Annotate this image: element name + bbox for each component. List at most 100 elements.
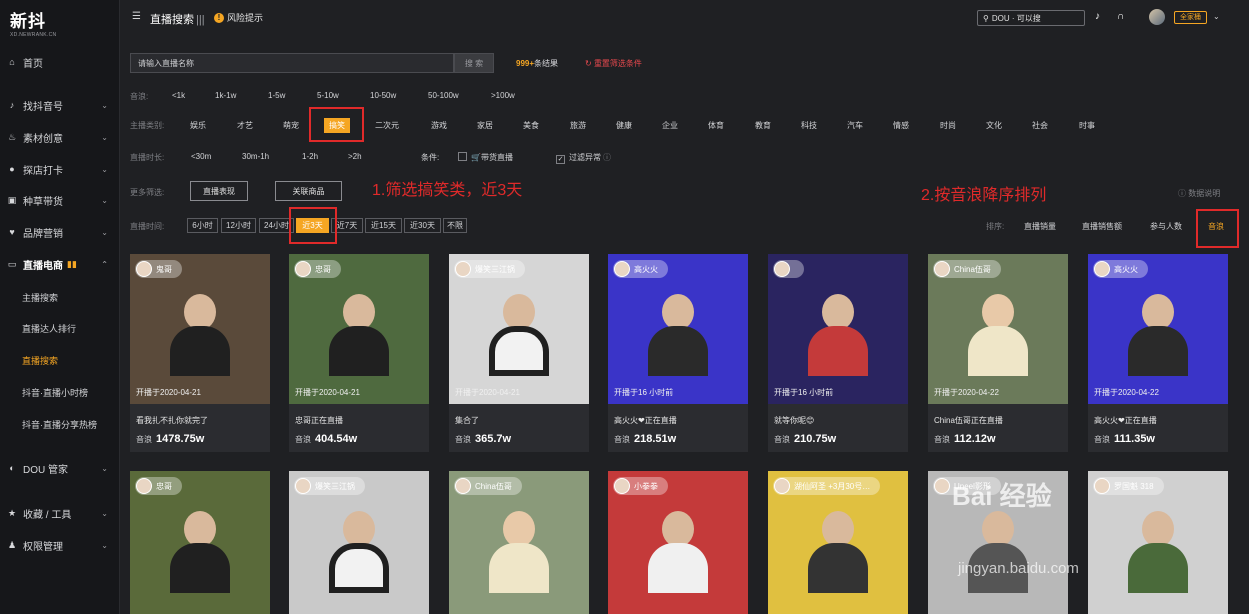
category-option[interactable]: 社会 [1032,120,1048,131]
sidebar-item-brand-marketing[interactable]: ♥ 品牌营销 ⌄ [0,222,120,242]
category-option[interactable]: 教育 [755,120,771,131]
host-chip[interactable]: 湖仙阿圣 +3月30号… [773,477,881,495]
time-option[interactable]: 近15天 [365,218,402,233]
related-goods-button[interactable]: 关联商品 [275,181,342,201]
filter-abnormal-checkbox[interactable]: ✓ 过滤异常 ⓘ [556,152,611,164]
chevron-down-icon[interactable]: ⌄ [1213,12,1220,21]
data-help-link[interactable]: ⓘ 数据说明 [1178,188,1220,199]
category-option[interactable]: 游戏 [431,120,447,131]
category-option[interactable]: 美食 [523,120,539,131]
host-chip[interactable]: 爆笑三江锅 [454,260,525,278]
category-option[interactable]: 时尚 [940,120,956,131]
avatar[interactable] [1149,9,1165,25]
live-card[interactable]: 忠哥 [130,471,270,614]
sidebar-item-dou-manager[interactable]: ◐ DOU 管家 ⌄ [0,458,120,478]
yinlang-option[interactable]: 1-5w [268,91,285,100]
live-card[interactable]: 开播于16 小时前 就等你呢😊 音浪 210.75w [768,254,908,452]
yinlang-option[interactable]: 5-10w [317,91,339,100]
host-chip[interactable]: 忠哥 [135,477,182,495]
annotation-step1: 1.筛选搞笑类，近3天 [372,182,523,199]
duration-option[interactable]: >2h [348,152,362,161]
yinlang-option[interactable]: 50-100w [428,91,459,100]
live-card[interactable]: 湖仙阿圣 +3月30号… [768,471,908,614]
sidebar-item-material[interactable]: ♨ 素材创意 ⌄ [0,127,120,147]
headset-icon[interactable]: ∩ [1117,11,1124,22]
yinlang-option[interactable]: 1k-1w [215,91,236,100]
live-card[interactable]: 爆笑三江锅 [289,471,429,614]
menu-icon[interactable]: ☰ [132,11,141,22]
main-content: 请输入直播名称 搜 索 999+条结果 ↻ 重置筛选条件 音浪: <1k 1k-… [120,34,1249,614]
sort-option-sales[interactable]: 直播销量 [1024,221,1056,232]
category-option[interactable]: 萌宠 [283,120,299,131]
yinlang-option[interactable]: <1k [172,91,185,100]
sidebar-subitem-hourly-rank[interactable]: 抖音·直播小时榜 [22,386,88,399]
time-option[interactable]: 近30天 [404,218,441,233]
sidebar-item-permissions[interactable]: ♟ 权限管理 ⌄ [0,535,120,555]
time-option[interactable]: 12小时 [221,218,256,233]
host-chip[interactable]: 爆笑三江锅 [294,477,365,495]
family-badge[interactable]: 全家桶 [1174,11,1207,24]
sidebar-item-favorites-tools[interactable]: ★ 收藏 / 工具 ⌄ [0,503,120,523]
fire-icon: ♨ [7,131,17,142]
host-chip[interactable]: China伍哥 [933,260,1001,278]
sort-option-revenue[interactable]: 直播销售额 [1082,221,1122,232]
time-option[interactable]: 6小时 [187,218,218,233]
host-chip[interactable]: 鬼哥 [135,260,182,278]
live-card[interactable]: 小拳拳 [608,471,748,614]
live-card[interactable]: 高火火 开播于2020-04-22 高火火❤正在直播 音浪 111.35w [1088,254,1228,452]
live-search-input[interactable]: 请输入直播名称 [130,53,454,73]
host-chip[interactable]: China伍哥 [454,477,522,495]
yinlang-option[interactable]: 10-50w [370,91,396,100]
category-option[interactable]: 文化 [986,120,1002,131]
host-chip[interactable]: 忠哥 [294,260,341,278]
category-option[interactable]: 企业 [662,120,678,131]
category-option[interactable]: 情感 [893,120,909,131]
host-chip[interactable]: 高火火 [613,260,668,278]
category-option[interactable]: 旅游 [570,120,586,131]
category-option[interactable]: 体育 [708,120,724,131]
sidebar-item-product-seeding[interactable]: ▣ 种草带货 ⌄ [0,190,120,210]
live-performance-button[interactable]: 直播表现 [190,181,248,201]
sort-option-participants[interactable]: 参与人数 [1150,221,1182,232]
reset-filters-button[interactable]: ↻ 重置筛选条件 [585,58,642,69]
live-card[interactable]: 鬼哥 开播于2020-04-21 看我扎不扎你就完了 音浪 1478.75w [130,254,270,452]
sidebar-subitem-live-search[interactable]: 直播搜索 [22,354,58,367]
host-figure [648,511,708,593]
host-chip[interactable]: 小拳拳 [613,477,668,495]
tiktok-icon[interactable]: ♪ [1095,11,1100,22]
live-card[interactable]: China伍哥 开播于2020-04-22 China伍哥正在直播 音浪 112.… [928,254,1068,452]
category-option[interactable]: 才艺 [237,120,253,131]
sidebar-subitem-anchor-ranking[interactable]: 直播达人排行 [22,322,76,335]
live-card[interactable]: 高火火 开播于16 小时前 高火火❤正在直播 音浪 218.51w [608,254,748,452]
yinlang-option[interactable]: >100w [491,91,515,100]
duration-option[interactable]: 30m-1h [242,152,269,161]
host-chip[interactable]: 高火火 [1093,260,1148,278]
category-option[interactable]: 娱乐 [190,120,206,131]
host-chip[interactable] [773,260,804,278]
category-option[interactable]: 家居 [477,120,493,131]
duration-option[interactable]: <30m [191,152,211,161]
live-card[interactable]: China伍哥 [449,471,589,614]
risk-notice[interactable]: ! 风险提示 [214,11,263,24]
live-card[interactable]: 罗国魁 318 [1088,471,1228,614]
live-card[interactable]: 忠哥 开播于2020-04-21 忠哥正在直播 音浪 404.54w [289,254,429,452]
sidebar-subitem-anchor-search[interactable]: 主播搜索 [22,291,58,304]
category-option[interactable]: 时事 [1079,120,1095,131]
sidebar-item-store-visit[interactable]: ● 探店打卡 ⌄ [0,159,120,179]
duration-option[interactable]: 1-2h [302,152,318,161]
search-button[interactable]: 搜 索 [454,53,494,73]
category-option[interactable]: 健康 [616,120,632,131]
time-option[interactable]: 不限 [443,218,467,233]
sidebar-item-live-commerce[interactable]: ▭ 直播电商 ▮▮ ⌃ [0,254,120,274]
global-search-input[interactable]: ⚲ DOU · 可以搜 [977,10,1085,26]
sidebar-item-home[interactable]: ⌂ 首页 [0,52,120,72]
category-option[interactable]: 科技 [801,120,817,131]
goods-live-checkbox[interactable]: 🛒带货直播 [458,152,513,163]
category-option[interactable]: 二次元 [375,120,399,131]
host-chip[interactable]: 罗国魁 318 [1093,477,1164,495]
category-option[interactable]: 汽车 [847,120,863,131]
logo[interactable]: 新抖 XD.NEWRANK.CN [10,7,56,38]
sidebar-item-find-account[interactable]: ♪ 找抖音号 ⌄ [0,95,120,115]
sidebar-subitem-share-rank[interactable]: 抖音·直播分享热榜 [22,418,97,431]
live-card[interactable]: 爆笑三江锅 开播于2020-04-21 集合了 音浪 365.7w [449,254,589,452]
